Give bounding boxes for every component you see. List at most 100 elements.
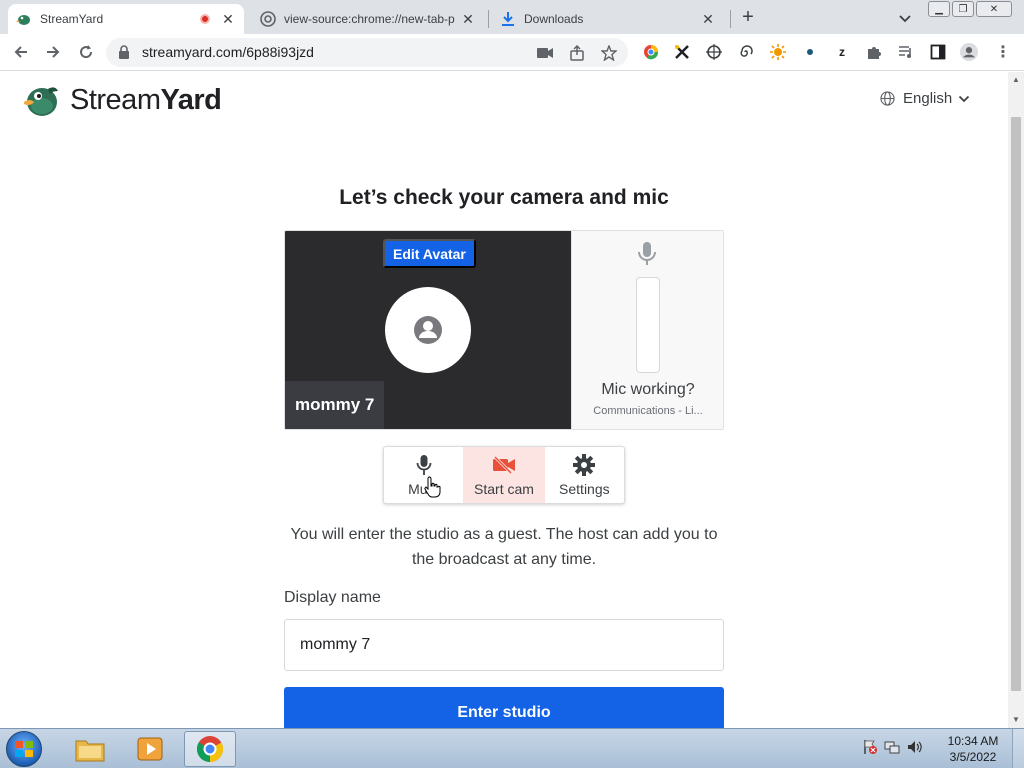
media-player-icon bbox=[137, 737, 163, 761]
system-clock[interactable]: 10:34 AM 3/5/2022 bbox=[940, 733, 1006, 765]
scroll-up-arrow-icon[interactable]: ▲ bbox=[1012, 75, 1020, 84]
extension-spiral-icon[interactable] bbox=[737, 43, 755, 61]
tab-view-source[interactable]: view-source:chrome://new-tab-p ✕ bbox=[252, 4, 484, 34]
lock-icon[interactable] bbox=[118, 45, 130, 64]
browser-tab-bar: StreamYard ✕ view-source:chrome://new-ta… bbox=[0, 0, 1024, 34]
extension-dot-icon[interactable] bbox=[801, 43, 819, 61]
tab-title: Downloads bbox=[524, 12, 584, 26]
taskbar-chrome[interactable] bbox=[184, 731, 236, 767]
user-avatar-icon bbox=[414, 316, 442, 344]
download-icon bbox=[500, 11, 516, 27]
microphone-icon bbox=[636, 241, 658, 272]
chrome-page-icon bbox=[260, 11, 276, 27]
chevron-down-icon bbox=[959, 95, 970, 102]
new-tab-plus-icon[interactable]: + bbox=[738, 7, 758, 28]
side-panel-icon[interactable] bbox=[929, 43, 947, 61]
streamyard-logo[interactable]: StreamYard bbox=[22, 82, 222, 118]
tab-title: view-source:chrome://new-tab-p bbox=[284, 12, 455, 26]
address-bar[interactable]: streamyard.com/6p88i93jzd bbox=[106, 38, 628, 67]
camera-in-use-icon[interactable] bbox=[536, 44, 554, 62]
extension-crosshair-icon[interactable] bbox=[705, 43, 723, 61]
globe-icon bbox=[880, 91, 895, 106]
system-tray bbox=[862, 739, 922, 760]
share-icon[interactable] bbox=[568, 44, 586, 62]
avatar bbox=[385, 287, 471, 373]
chrome-icon bbox=[196, 736, 224, 763]
tab-title: StreamYard bbox=[40, 12, 104, 26]
extension-sun-icon[interactable] bbox=[769, 43, 787, 61]
logo-wordmark-yard: Yard bbox=[160, 83, 222, 116]
tab-separator bbox=[488, 10, 489, 28]
media-controls-icon[interactable] bbox=[897, 43, 915, 61]
browser-toolbar: streamyard.com/6p88i93jzd z ⋮ bbox=[0, 34, 1024, 71]
display-name-label: Display name bbox=[284, 589, 381, 606]
taskbar-file-explorer[interactable] bbox=[64, 731, 116, 767]
extension-tools-icon[interactable] bbox=[673, 43, 691, 61]
mic-check-panel: Mic working? Communications - Li... bbox=[571, 231, 723, 429]
extension-z-icon[interactable]: z bbox=[833, 43, 851, 61]
microphone-icon bbox=[416, 453, 432, 477]
start-cam-button[interactable]: Start cam bbox=[463, 447, 545, 503]
page-scrollbar[interactable]: ▲ ▼ bbox=[1008, 72, 1024, 728]
settings-label: Settings bbox=[559, 481, 610, 497]
scroll-down-arrow-icon[interactable]: ▼ bbox=[1012, 715, 1020, 724]
close-tab-icon[interactable]: ✕ bbox=[460, 11, 476, 27]
forward-arrow-icon[interactable] bbox=[43, 42, 63, 62]
tab-streamyard[interactable]: StreamYard ✕ bbox=[8, 4, 244, 34]
media-controls: Mute Start cam Settings bbox=[383, 446, 625, 504]
mic-device-name[interactable]: Communications - Li... bbox=[586, 405, 710, 417]
streamyard-favicon-icon bbox=[16, 11, 32, 27]
enter-studio-button[interactable]: Enter studio bbox=[284, 687, 724, 728]
close-tab-icon[interactable]: ✕ bbox=[700, 11, 716, 27]
volume-icon[interactable] bbox=[906, 739, 922, 760]
clock-date: 3/5/2022 bbox=[949, 750, 997, 764]
back-arrow-icon[interactable] bbox=[11, 42, 31, 62]
network-icon[interactable] bbox=[884, 739, 900, 760]
tab-separator bbox=[730, 10, 731, 28]
language-label: English bbox=[903, 90, 953, 107]
settings-button[interactable]: Settings bbox=[545, 447, 624, 503]
scrollbar-thumb[interactable] bbox=[1011, 117, 1021, 691]
recording-indicator-icon bbox=[200, 14, 210, 24]
tab-downloads[interactable]: Downloads ✕ bbox=[492, 4, 724, 34]
close-tab-icon[interactable]: ✕ bbox=[220, 11, 236, 27]
taskbar-media-player[interactable] bbox=[124, 731, 176, 767]
restore-window-icon[interactable]: ❐ bbox=[952, 1, 974, 17]
mic-level-meter bbox=[636, 277, 660, 373]
start-cam-label: Start cam bbox=[474, 481, 534, 497]
start-button[interactable] bbox=[6, 731, 42, 767]
action-center-flag-icon[interactable] bbox=[862, 739, 878, 760]
folder-icon bbox=[75, 740, 105, 762]
window-controls: ▁ ❐ ✕ bbox=[928, 1, 1012, 17]
browser-menu-kebab-icon[interactable]: ⋮ bbox=[994, 43, 1012, 61]
mic-working-prompt: Mic working? bbox=[601, 381, 695, 398]
participant-name-tag: mommy 7 bbox=[285, 381, 385, 429]
tab-search-chevron-icon[interactable] bbox=[896, 9, 914, 27]
camera-off-icon bbox=[492, 453, 516, 477]
guest-notice: You will enter the studio as a guest. Th… bbox=[290, 526, 718, 568]
edit-avatar-button[interactable]: Edit Avatar bbox=[383, 239, 476, 268]
gear-icon bbox=[573, 453, 596, 477]
profile-avatar-icon[interactable] bbox=[960, 43, 978, 61]
logo-wordmark: StreamYard bbox=[70, 83, 222, 117]
camera-mic-preview: Edit Avatar mommy 7 Mic working? Communi… bbox=[284, 230, 724, 430]
bookmark-star-icon[interactable] bbox=[600, 44, 618, 62]
streamyard-page: StreamYard English Let’s check your came… bbox=[0, 72, 1008, 728]
extension-colorful-icon[interactable] bbox=[642, 43, 660, 61]
page-title: Let’s check your camera and mic bbox=[339, 186, 669, 209]
language-selector[interactable]: English bbox=[880, 90, 970, 107]
windows-logo-icon bbox=[15, 741, 33, 757]
extensions-puzzle-icon[interactable] bbox=[865, 43, 883, 61]
reload-icon[interactable] bbox=[76, 42, 96, 62]
windows-taskbar: 10:34 AM 3/5/2022 bbox=[0, 728, 1024, 768]
url-text: streamyard.com/6p88i93jzd bbox=[142, 44, 314, 60]
duck-logo-icon bbox=[24, 87, 58, 116]
clock-time: 10:34 AM bbox=[947, 734, 999, 748]
logo-wordmark-stream: Stream bbox=[70, 83, 161, 116]
video-preview: Edit Avatar mommy 7 bbox=[285, 231, 571, 429]
close-window-icon[interactable]: ✕ bbox=[976, 1, 1012, 17]
hand-pointer-cursor-icon bbox=[424, 476, 442, 503]
show-desktop-button[interactable] bbox=[1012, 729, 1024, 768]
display-name-field[interactable] bbox=[284, 619, 724, 671]
minimize-window-icon[interactable]: ▁ bbox=[928, 1, 950, 17]
